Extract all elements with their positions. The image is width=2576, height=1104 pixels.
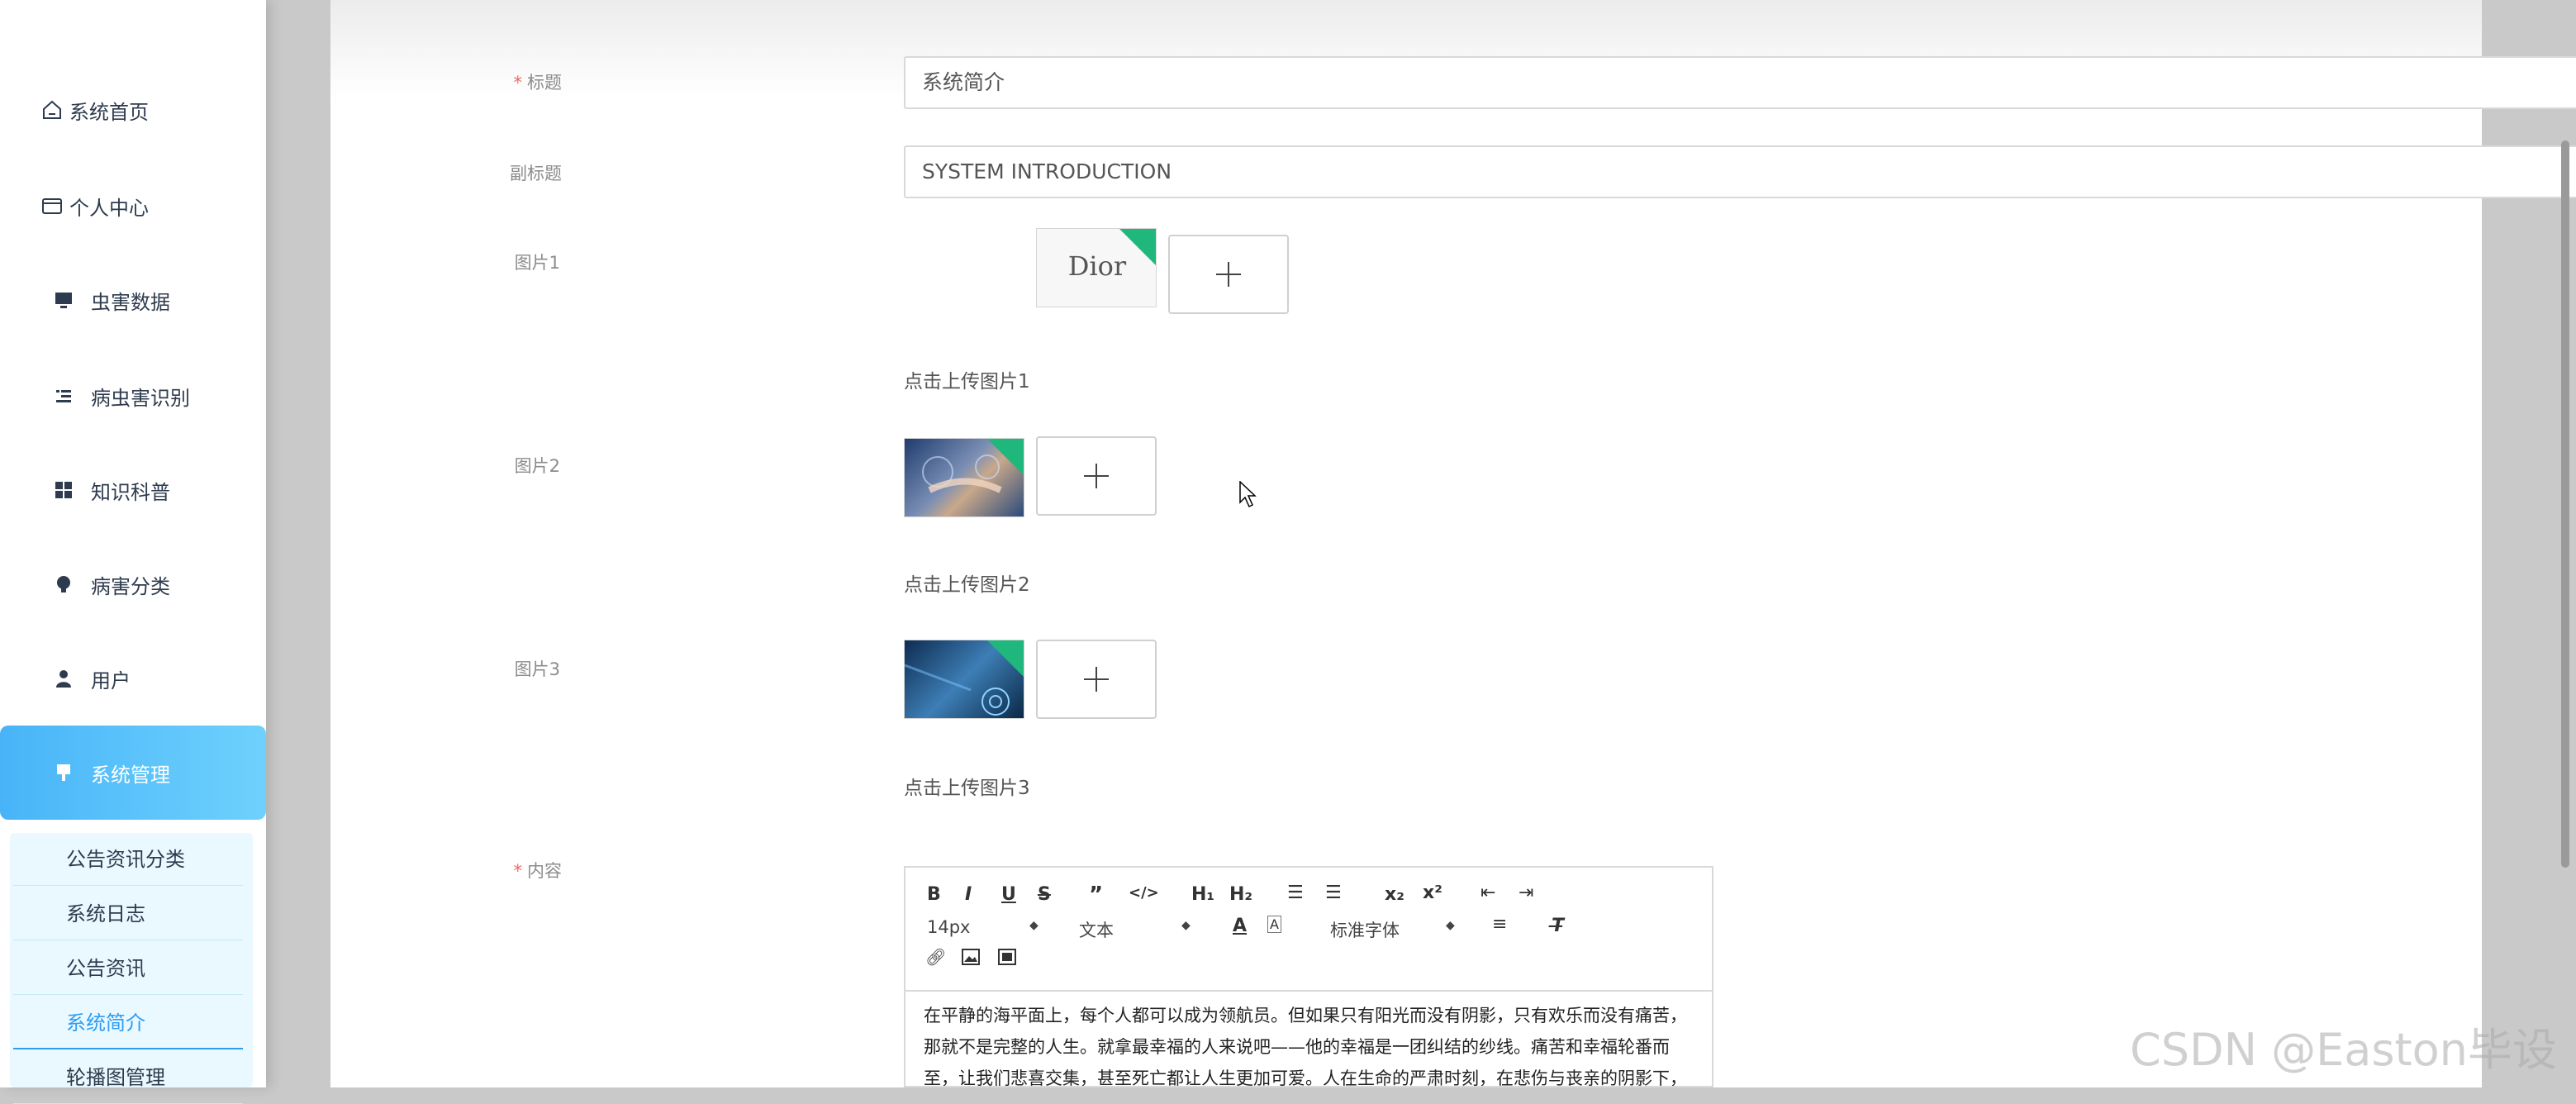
submenu-item-carousel[interactable]: 轮播图管理 <box>13 1051 243 1104</box>
plus-icon <box>1216 262 1241 287</box>
submenu-item-system-intro[interactable]: 系统简介 <box>13 997 243 1049</box>
select-arrow-icon: ◆ <box>1446 919 1455 932</box>
sidebar-item-label: 个人中心 <box>69 196 149 220</box>
home-icon <box>40 98 64 122</box>
select-arrow-icon: ◆ <box>1181 919 1191 932</box>
sidebar-item-profile[interactable]: 个人中心 <box>0 160 266 251</box>
brush-icon <box>51 760 76 785</box>
submenu-item-notice-category[interactable]: 公告资讯分类 <box>13 833 243 886</box>
superscript-icon[interactable]: x² <box>1423 883 1442 903</box>
grid-icon <box>51 478 76 502</box>
title-label: * 标题 <box>513 73 563 93</box>
image2-hint: 点击上传图片2 <box>904 574 1030 596</box>
blockquote-icon[interactable]: ” <box>1089 883 1103 907</box>
clear-format-icon[interactable]: T̶ <box>1552 916 1564 936</box>
sidebar-item-label: 病虫害识别 <box>91 386 190 410</box>
required-mark: * <box>513 73 523 93</box>
sidebar-item-label: 用户 <box>91 669 131 692</box>
image1-upload-button[interactable] <box>1168 235 1289 314</box>
sidebar-item-label: 知识科普 <box>91 480 170 504</box>
heading1-icon[interactable]: H₁ <box>1191 884 1214 905</box>
heading2-icon[interactable]: H₂ <box>1229 884 1252 905</box>
user-icon <box>51 666 76 691</box>
form-panel: * 标题 系统简介 副标题 SYSTEM INTRODUCTION 图片1 Dio… <box>330 0 2576 1087</box>
upload-success-badge <box>987 640 1024 677</box>
sidebar-item-disease-category[interactable]: 病害分类 <box>0 539 266 630</box>
subtitle-input[interactable]: SYSTEM INTRODUCTION <box>904 145 2576 198</box>
underline-icon[interactable]: U <box>1001 884 1016 905</box>
image2-upload-button[interactable] <box>1036 436 1157 516</box>
image1-label: 图片1 <box>514 253 560 273</box>
editor-content[interactable]: 在平静的海平面上，每个人都可以成为领航员。但如果只有阳光而没有阴影，只有欢乐而没… <box>924 1000 1692 1086</box>
strikethrough-icon[interactable]: S <box>1038 884 1051 905</box>
monitor-icon <box>51 288 76 312</box>
image2-thumbnail[interactable] <box>904 438 1024 517</box>
plus-icon <box>1084 667 1109 692</box>
upload-success-badge <box>1119 229 1156 265</box>
background-color-icon[interactable]: A <box>1267 916 1281 933</box>
list-icon <box>51 383 76 408</box>
submenu-item-system-log[interactable]: 系统日志 <box>13 887 243 940</box>
text-style-select[interactable]: 文本 ◆ <box>1079 917 1195 942</box>
image3-upload-button[interactable] <box>1036 640 1157 719</box>
indent-icon[interactable]: ⇥ <box>1519 883 1533 903</box>
sidebar: 系统首页 个人中心 虫害数据 病虫害识别 知识科普 病害分类 用户 系统管理 公… <box>0 0 266 1104</box>
sidebar-item-label: 虫害数据 <box>91 290 170 314</box>
image3-hint: 点击上传图片3 <box>904 778 1030 799</box>
font-color-icon[interactable]: A <box>1233 916 1247 936</box>
wallet-icon <box>40 193 64 218</box>
submenu-item-notice[interactable]: 公告资讯 <box>13 942 243 995</box>
subtitle-label: 副标题 <box>510 164 562 183</box>
subscript-icon[interactable]: x₂ <box>1385 884 1404 905</box>
sidebar-item-label: 病害分类 <box>91 574 170 598</box>
upload-success-badge <box>987 439 1024 475</box>
image2-label: 图片2 <box>514 456 560 476</box>
bullet-list-icon[interactable]: ☰ <box>1325 883 1342 903</box>
ordered-list-icon[interactable]: ☰ <box>1287 883 1304 903</box>
sidebar-item-system-management[interactable]: 系统管理 <box>0 726 266 820</box>
sidebar-item-users[interactable]: 用户 <box>0 633 266 724</box>
font-family-select[interactable]: 标准字体 ◆ <box>1330 917 1462 942</box>
font-size-select[interactable]: 14px ◆ <box>927 917 1043 942</box>
image1-thumbnail[interactable]: Dior <box>1036 228 1157 307</box>
video-icon[interactable] <box>998 949 1016 970</box>
bulb-icon <box>51 572 76 597</box>
image-icon[interactable] <box>962 949 980 970</box>
outdent-icon[interactable]: ⇤ <box>1480 883 1495 903</box>
watermark: CSDN @Easton毕设 <box>2130 1024 2557 1076</box>
sidebar-item-label: 系统管理 <box>91 763 170 787</box>
code-block-icon[interactable]: </> <box>1129 884 1159 902</box>
align-icon[interactable]: ≡ <box>1492 914 1507 935</box>
sidebar-item-home[interactable]: 系统首页 <box>0 64 266 155</box>
rich-text-editor[interactable]: B I U S ” </> H₁ H₂ ☰ ☰ x₂ x² ⇤ ⇥ 14px ◆… <box>904 866 1713 1087</box>
italic-icon[interactable]: I <box>965 884 972 905</box>
mouse-pointer-icon <box>1239 480 1257 512</box>
sidebar-item-label: 系统首页 <box>69 100 149 124</box>
select-arrow-icon: ◆ <box>1029 919 1038 932</box>
title-input[interactable]: 系统简介 <box>904 56 2576 109</box>
bold-icon[interactable]: B <box>927 884 941 905</box>
image1-hint: 点击上传图片1 <box>904 371 1030 393</box>
scrollbar[interactable] <box>2561 140 2569 868</box>
sidebar-item-pest-recognition[interactable]: 病虫害识别 <box>0 350 266 441</box>
content-label: * 内容 <box>513 861 563 881</box>
sidebar-item-knowledge[interactable]: 知识科普 <box>0 445 266 535</box>
plus-icon <box>1084 464 1109 488</box>
image3-thumbnail[interactable] <box>904 640 1024 719</box>
sidebar-item-pest-data[interactable]: 虫害数据 <box>0 255 266 345</box>
editor-toolbar: B I U S ” </> H₁ H₂ ☰ ☰ x₂ x² ⇤ ⇥ 14px ◆… <box>905 868 1712 992</box>
image3-label: 图片3 <box>514 659 560 679</box>
link-icon[interactable]: 🔗︎ <box>925 947 946 967</box>
